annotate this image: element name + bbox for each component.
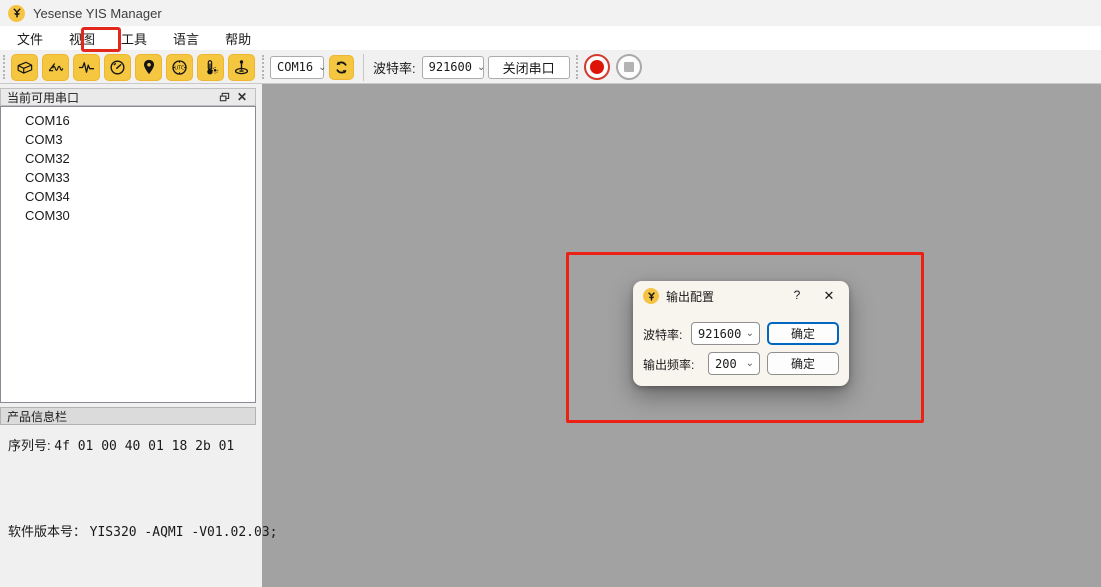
dialog-title-bar: 输出配置 <box>633 281 849 311</box>
dialog-close-button[interactable]: ✕ <box>819 286 839 306</box>
firmware-version-value: YIS320 -AQMI -V01.02.03; <box>90 525 278 540</box>
toolbar-drag-handle[interactable] <box>3 55 7 79</box>
dialog-rate-label: 输出频率: <box>643 356 694 373</box>
menu-file[interactable]: 文件 <box>4 26 56 51</box>
baud-rate-select[interactable]: 921600 ⌄ <box>422 56 484 79</box>
close-panel-button[interactable]: ✕ <box>233 90 251 105</box>
port-list-item[interactable]: COM3 <box>1 130 255 149</box>
confirm-baud-button[interactable]: 确定 <box>767 322 839 345</box>
info-panel-title: 产品信息栏 <box>7 408 67 425</box>
baud-rate-row: 波特率: 921600 ⌄ 确定 <box>633 322 849 345</box>
menu-view[interactable]: 视图 <box>56 26 108 51</box>
output-config-dialog: 输出配置 ? ✕ 波特率: 921600 ⌄ 确定 输出频率: 200 ⌄ 确定 <box>633 281 849 386</box>
chevron-down-icon: ⌄ <box>318 62 326 73</box>
chevron-down-icon: ⌄ <box>746 358 754 369</box>
dialog-baud-select[interactable]: 921600 ⌄ <box>691 322 760 345</box>
menu-tools[interactable]: 工具 <box>108 26 160 51</box>
temperature-button[interactable] <box>197 54 224 81</box>
record-icon <box>590 60 604 74</box>
box-3d-icon <box>15 58 34 77</box>
pulse-wave-icon <box>77 58 96 77</box>
title-bar: Yesense YIS Manager <box>0 0 1101 26</box>
left-dock-panel: 当前可用串口 ✕ COM16 COM3 COM32 COM33 COM34 CO… <box>0 84 262 587</box>
close-serial-port-button[interactable]: 关闭串口 <box>488 56 570 79</box>
angle-wave-button[interactable] <box>42 54 69 81</box>
port-list: COM16 COM3 COM32 COM33 COM34 COM30 <box>0 106 256 403</box>
serial-number-line: 序列号: 4f 01 00 40 01 18 2b 01 <box>8 435 234 454</box>
gauge-icon <box>108 58 127 77</box>
port-list-item[interactable]: COM34 <box>1 187 255 206</box>
stop-button[interactable] <box>616 54 642 80</box>
toolbar-drag-handle[interactable] <box>262 55 266 79</box>
attitude-button[interactable] <box>228 54 255 81</box>
toolbar-drag-handle[interactable] <box>576 55 580 79</box>
toolbar: UTC COM16 ⌄ 波特率: 921600 ⌄ 关闭串口 <box>0 51 1101 84</box>
app-logo-icon <box>8 5 25 22</box>
ports-panel-title: 当前可用串口 <box>7 89 79 106</box>
window-title: Yesense YIS Manager <box>33 6 162 21</box>
port-list-item[interactable]: COM32 <box>1 149 255 168</box>
refresh-ports-button[interactable] <box>329 55 354 80</box>
app-window: Yesense YIS Manager 文件 视图 工具 语言 帮助 UTC <box>0 0 1101 587</box>
pulse-wave-button[interactable] <box>73 54 100 81</box>
gauge-button[interactable] <box>104 54 131 81</box>
dialog-rate-select[interactable]: 200 ⌄ <box>708 352 760 375</box>
temperature-icon <box>201 58 220 77</box>
firmware-version-line: 软件版本号： YIS320 -AQMI -V01.02.03; <box>8 521 277 540</box>
dialog-title: 输出配置 <box>666 288 714 305</box>
attitude-icon <box>232 58 251 77</box>
port-list-item[interactable]: COM16 <box>1 111 255 130</box>
serial-number-value: 4f 01 00 40 01 18 2b 01 <box>54 439 234 454</box>
output-rate-row: 输出频率: 200 ⌄ 确定 <box>633 352 849 375</box>
dialog-baud-label: 波特率: <box>643 326 682 343</box>
app-logo-icon <box>643 288 659 304</box>
record-button[interactable] <box>584 54 610 80</box>
confirm-rate-button[interactable]: 确定 <box>767 352 839 375</box>
float-panel-button[interactable] <box>215 90 233 105</box>
dialog-rate-value: 200 <box>715 357 737 371</box>
chevron-down-icon: ⌄ <box>746 328 754 339</box>
svg-text:UTC: UTC <box>174 65 185 71</box>
float-icon <box>219 92 230 103</box>
chevron-down-icon: ⌄ <box>477 62 485 73</box>
serial-number-label: 序列号: <box>8 438 51 453</box>
box-3d-button[interactable] <box>11 54 38 81</box>
location-pin-icon <box>140 58 158 76</box>
toolbar-separator <box>363 54 364 81</box>
port-list-item[interactable]: COM33 <box>1 168 255 187</box>
menu-help[interactable]: 帮助 <box>212 26 264 51</box>
firmware-version-label: 软件版本号： <box>8 524 86 539</box>
port-select-value: COM16 <box>277 60 313 74</box>
info-panel-header: 产品信息栏 <box>0 407 256 425</box>
utc-clock-button[interactable]: UTC <box>166 54 193 81</box>
menu-bar: 文件 视图 工具 语言 帮助 <box>0 26 1101 51</box>
location-pin-button[interactable] <box>135 54 162 81</box>
dialog-baud-value: 921600 <box>698 327 741 341</box>
ports-panel-header: 当前可用串口 ✕ <box>0 88 256 106</box>
baud-rate-label: 波特率: <box>373 58 416 77</box>
refresh-icon <box>333 59 350 76</box>
utc-clock-icon: UTC <box>170 58 189 77</box>
port-list-item[interactable]: COM30 <box>1 206 255 225</box>
menu-language[interactable]: 语言 <box>160 26 212 51</box>
port-select[interactable]: COM16 ⌄ <box>270 56 324 79</box>
stop-icon <box>624 62 634 72</box>
angle-wave-icon <box>46 58 65 77</box>
baud-rate-value: 921600 <box>429 60 472 74</box>
dialog-help-button[interactable]: ? <box>789 288 805 304</box>
